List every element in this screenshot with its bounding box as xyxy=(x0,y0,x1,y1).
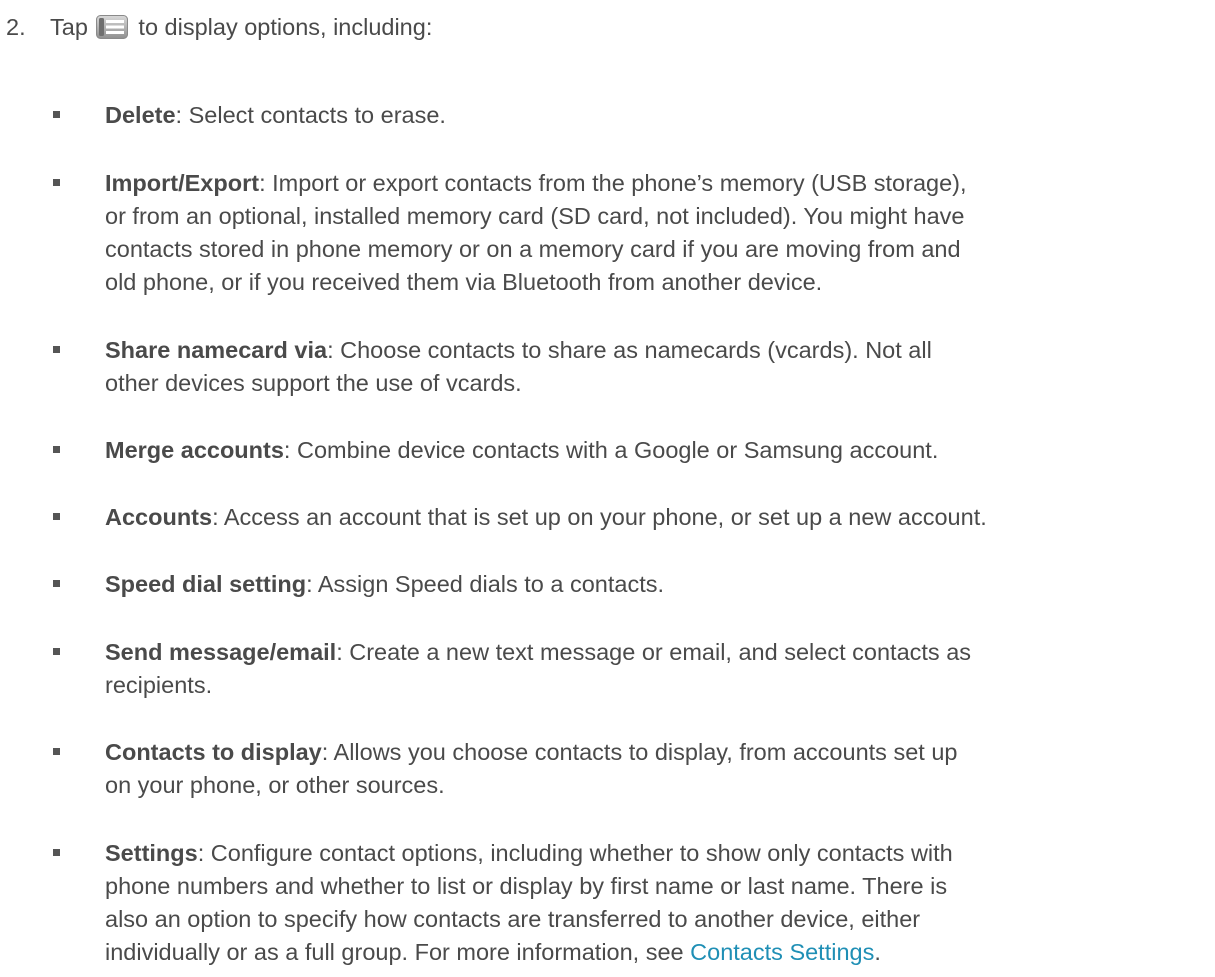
text-line: Delete: Select contacts to erase. xyxy=(105,99,1205,132)
text-line: or from an optional, installed memory ca… xyxy=(105,200,1205,233)
text-line: individually or as a full group. For mor… xyxy=(105,936,1205,969)
text-line: Contacts to display: Allows you choose c… xyxy=(105,736,1205,769)
bullet-icon xyxy=(53,446,60,453)
option-description: or from an optional, installed memory ca… xyxy=(105,203,965,229)
option-term: Accounts xyxy=(105,504,213,530)
option-description: on your phone, or other sources. xyxy=(105,772,445,798)
text-line: on your phone, or other sources. xyxy=(105,769,1205,802)
step-text-after: to display options, including: xyxy=(138,14,433,40)
option-description: other devices support the use of vcards. xyxy=(105,370,522,396)
bullet-icon xyxy=(53,648,60,655)
list-item-text: Share namecard via: Choose contacts to s… xyxy=(105,334,1205,400)
list-item-text: Settings: Configure contact options, inc… xyxy=(105,837,1205,969)
contacts-settings-link[interactable]: Contacts Settings xyxy=(690,939,874,965)
option-description: : Import or export contacts from the pho… xyxy=(259,170,967,196)
bullet-icon xyxy=(53,179,60,186)
option-term: Delete xyxy=(105,102,176,128)
text-line: Import/Export: Import or export contacts… xyxy=(105,167,1205,200)
option-term: Send message/email xyxy=(105,639,337,665)
step-number: 2. xyxy=(6,14,26,40)
option-term: Speed dial setting xyxy=(105,571,307,597)
option-description: also an option to specify how contacts a… xyxy=(105,906,921,932)
option-term: Settings xyxy=(105,840,198,866)
list-item-text: Merge accounts: Combine device contacts … xyxy=(105,434,1205,467)
option-description: phone numbers and whether to list or dis… xyxy=(105,873,948,899)
bullet-icon xyxy=(53,580,60,587)
text-line: old phone, or if you received them via B… xyxy=(105,266,1205,299)
text-line: Share namecard via: Choose contacts to s… xyxy=(105,334,1205,367)
list-item-text: Delete: Select contacts to erase. xyxy=(105,99,1205,132)
list-item-text: Send message/email: Create a new text me… xyxy=(105,636,1205,702)
bullet-icon xyxy=(53,849,60,856)
text-line: Speed dial setting: Assign Speed dials t… xyxy=(105,568,1205,601)
option-description: : Configure contact options, including w… xyxy=(197,840,953,866)
list-item-text: Accounts: Access an account that is set … xyxy=(105,501,1205,534)
text-line: Send message/email: Create a new text me… xyxy=(105,636,1205,669)
text-line: other devices support the use of vcards. xyxy=(105,367,1205,400)
option-description: old phone, or if you received them via B… xyxy=(105,269,823,295)
option-term: Share namecard via xyxy=(105,337,328,363)
list-item-text: Import/Export: Import or export contacts… xyxy=(105,167,1205,299)
option-description: : Combine device contacts with a Google … xyxy=(283,437,939,463)
list-item-text: Speed dial setting: Assign Speed dials t… xyxy=(105,568,1205,601)
step-text-before: Tap xyxy=(50,14,88,40)
option-description: : Create a new text message or email, an… xyxy=(336,639,972,665)
option-description: : Assign Speed dials to a contacts. xyxy=(306,571,665,597)
text-line: Settings: Configure contact options, inc… xyxy=(105,837,1205,870)
text-line: Merge accounts: Combine device contacts … xyxy=(105,434,1205,467)
option-term: Merge accounts xyxy=(105,437,284,463)
bullet-icon xyxy=(53,513,60,520)
option-description: : Select contacts to erase. xyxy=(175,102,446,128)
option-term: Import/Export xyxy=(105,170,260,196)
option-description: individually or as a full group. For mor… xyxy=(105,939,691,965)
option-description: : Access an account that is set up on yo… xyxy=(212,504,987,530)
bullet-icon xyxy=(53,346,60,353)
list-item-text: Contacts to display: Allows you choose c… xyxy=(105,736,1205,802)
trailing-punctuation: . xyxy=(874,939,881,965)
option-description: : Choose contacts to share as namecards … xyxy=(327,337,932,363)
option-description: : Allows you choose contacts to display,… xyxy=(321,739,958,765)
option-description: recipients. xyxy=(105,672,213,698)
text-line: contacts stored in phone memory or on a … xyxy=(105,233,1205,266)
menu-key-icon xyxy=(96,14,129,39)
text-line: recipients. xyxy=(105,669,1205,702)
option-description: contacts stored in phone memory or on a … xyxy=(105,236,961,262)
step-instruction: 2. Tap to display options, including: xyxy=(0,10,432,44)
option-term: Contacts to display xyxy=(105,739,322,765)
text-line: also an option to specify how contacts a… xyxy=(105,903,1205,936)
text-line: phone numbers and whether to list or dis… xyxy=(105,870,1205,903)
bullet-icon xyxy=(53,111,60,118)
text-line: Accounts: Access an account that is set … xyxy=(105,501,1205,534)
bullet-icon xyxy=(53,748,60,755)
